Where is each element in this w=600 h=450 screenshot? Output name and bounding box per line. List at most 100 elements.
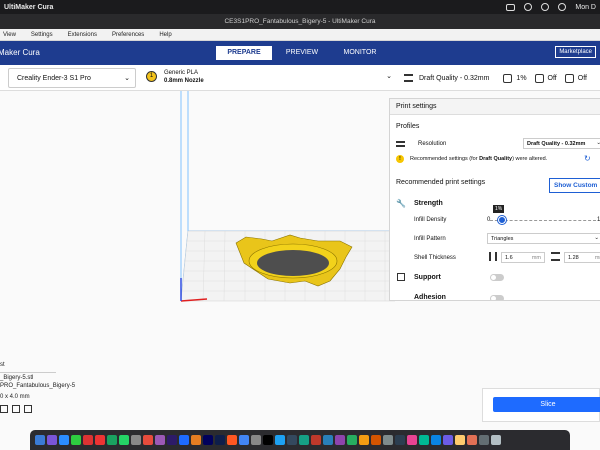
profiles-heading: Profiles bbox=[396, 123, 420, 130]
control-center-icon[interactable] bbox=[524, 3, 533, 11]
launchpad-icon[interactable] bbox=[47, 435, 57, 445]
terminal-icon[interactable] bbox=[263, 435, 273, 445]
menu-help[interactable]: Help bbox=[159, 32, 171, 38]
print-setup-selector[interactable]: Draft Quality - 0.32mm 1% Off Off bbox=[398, 68, 600, 88]
finder-icon[interactable] bbox=[35, 435, 45, 445]
object-list: st _Bigery-5.stl PRO_Fantabulous_Bigery-… bbox=[0, 362, 75, 413]
warning-icon: ! bbox=[396, 155, 404, 163]
app-icon-21[interactable] bbox=[275, 435, 285, 445]
top-bottom-thickness-icon bbox=[551, 252, 560, 261]
menu-extensions[interactable]: Extensions bbox=[68, 32, 97, 38]
app-icon-35[interactable] bbox=[443, 435, 453, 445]
wrench-icon: 🔧 bbox=[396, 199, 406, 208]
show-custom-button[interactable]: Show Custom bbox=[549, 178, 600, 193]
resolution-icon bbox=[396, 141, 405, 147]
view-3d-icon[interactable] bbox=[0, 405, 8, 413]
macos-app-name[interactable]: UltiMaker Cura bbox=[4, 4, 53, 11]
app-icon-31[interactable] bbox=[395, 435, 405, 445]
app-icon-27[interactable] bbox=[347, 435, 357, 445]
strength-heading: Strength bbox=[414, 200, 443, 207]
safari-icon[interactable] bbox=[59, 435, 69, 445]
chevron-down-icon: ⌄ bbox=[124, 75, 130, 82]
app-icon-28[interactable] bbox=[359, 435, 369, 445]
reset-icon[interactable]: ↻ bbox=[584, 154, 591, 163]
battery-icon[interactable] bbox=[506, 3, 516, 11]
resolution-dropdown[interactable]: Draft Quality - 0.32mm ⌄ bbox=[523, 138, 600, 149]
app-icon-30[interactable] bbox=[383, 435, 393, 445]
tab-prepare[interactable]: PREPARE bbox=[216, 46, 272, 60]
shell-thickness-label: Shell Thickness bbox=[414, 255, 456, 261]
support-toggle[interactable] bbox=[490, 274, 504, 281]
sliders-icon bbox=[404, 74, 413, 82]
view-front-icon[interactable] bbox=[12, 405, 20, 413]
printer-selector[interactable]: Creality Ender-3 S1 Pro ⌄ bbox=[8, 68, 136, 88]
marketplace-button[interactable]: Marketplace bbox=[555, 46, 596, 58]
print-settings-title: Print settings bbox=[390, 99, 600, 115]
trash-icon[interactable] bbox=[491, 435, 501, 445]
app-icon-25[interactable] bbox=[323, 435, 333, 445]
support-icon bbox=[534, 73, 544, 83]
adhesion-toggle[interactable] bbox=[490, 295, 504, 300]
slice-panel: Slice bbox=[482, 388, 600, 422]
tab-monitor[interactable]: MONITOR bbox=[332, 46, 388, 60]
object-dimensions: 0 x 4.0 mm bbox=[0, 394, 30, 400]
resolution-label: Resolution bbox=[418, 141, 447, 147]
infill-slider-handle[interactable] bbox=[498, 216, 506, 224]
illustrator-icon[interactable] bbox=[191, 435, 201, 445]
app-icon-23[interactable] bbox=[299, 435, 309, 445]
brand-logo: Maker Cura bbox=[0, 48, 40, 57]
menu-settings[interactable]: Settings bbox=[31, 32, 53, 38]
app-icon-36[interactable] bbox=[455, 435, 465, 445]
app-icon-24[interactable] bbox=[311, 435, 321, 445]
adhesion-icon bbox=[397, 294, 405, 300]
wall-thickness-input[interactable]: 1.6 mm bbox=[501, 252, 545, 263]
mail-icon[interactable] bbox=[83, 435, 93, 445]
calendar-icon[interactable] bbox=[131, 435, 141, 445]
app-icon-22[interactable] bbox=[287, 435, 297, 445]
tab-preview[interactable]: PREVIEW bbox=[274, 46, 330, 60]
altered-notice: Recommended settings (for Draft Quality)… bbox=[410, 156, 548, 162]
macos-dock bbox=[30, 430, 570, 450]
support-icon bbox=[397, 273, 405, 281]
infill-pattern-dropdown[interactable]: Triangles ⌄ bbox=[487, 233, 600, 244]
app-icon-26[interactable] bbox=[335, 435, 345, 445]
menu-preferences[interactable]: Preferences bbox=[112, 32, 144, 38]
job-name[interactable]: PRO_Fantabulous_Bigery-5 bbox=[0, 383, 75, 389]
material-selector[interactable]: 1 Generic PLA 0.8mm Nozzle ⌄ bbox=[142, 68, 394, 88]
photos-icon[interactable] bbox=[95, 435, 105, 445]
top-bottom-thickness-input[interactable]: 1.28 mm bbox=[564, 252, 600, 263]
infill-density-label: Infill Density bbox=[414, 217, 447, 223]
wifi-icon[interactable] bbox=[541, 3, 550, 11]
app-icon-29[interactable] bbox=[371, 435, 381, 445]
chrome-icon[interactable] bbox=[239, 435, 249, 445]
menu-view[interactable]: View bbox=[3, 32, 16, 38]
app-icon-33[interactable] bbox=[419, 435, 429, 445]
app-icon-38[interactable] bbox=[479, 435, 489, 445]
app-header: Maker Cura PREPARE PREVIEW MONITOR Marke… bbox=[0, 41, 600, 65]
slice-button[interactable]: Slice bbox=[493, 397, 600, 412]
settings-icon[interactable] bbox=[251, 435, 261, 445]
whatsapp-icon[interactable] bbox=[119, 435, 129, 445]
object-list-header: st bbox=[0, 362, 5, 368]
recommended-heading: Recommended print settings bbox=[396, 179, 486, 186]
window-title: CE3S1PRO_Fantabulous_Bigery-5 - UltiMake… bbox=[0, 14, 600, 29]
cura-icon[interactable] bbox=[179, 435, 189, 445]
app-icon-32[interactable] bbox=[407, 435, 417, 445]
wall-thickness-icon bbox=[489, 252, 497, 261]
printer-name: Creality Ender-3 S1 Pro bbox=[17, 75, 91, 82]
app-icon-16[interactable] bbox=[227, 435, 237, 445]
aftereffects-icon[interactable] bbox=[203, 435, 213, 445]
object-list-item[interactable]: _Bigery-5.stl bbox=[0, 372, 56, 381]
view-side-icon[interactable] bbox=[24, 405, 32, 413]
app-icon-34[interactable] bbox=[431, 435, 441, 445]
clock-text[interactable]: Mon D bbox=[575, 4, 596, 11]
profile-summary: Draft Quality - 0.32mm bbox=[419, 74, 490, 82]
photoshop-icon[interactable] bbox=[215, 435, 225, 445]
podcasts-icon[interactable] bbox=[155, 435, 165, 445]
spotlight-icon[interactable] bbox=[558, 3, 567, 11]
music-icon[interactable] bbox=[143, 435, 153, 445]
premiere-icon[interactable] bbox=[167, 435, 177, 445]
facetime-icon[interactable] bbox=[107, 435, 117, 445]
messages-icon[interactable] bbox=[71, 435, 81, 445]
app-icon-37[interactable] bbox=[467, 435, 477, 445]
